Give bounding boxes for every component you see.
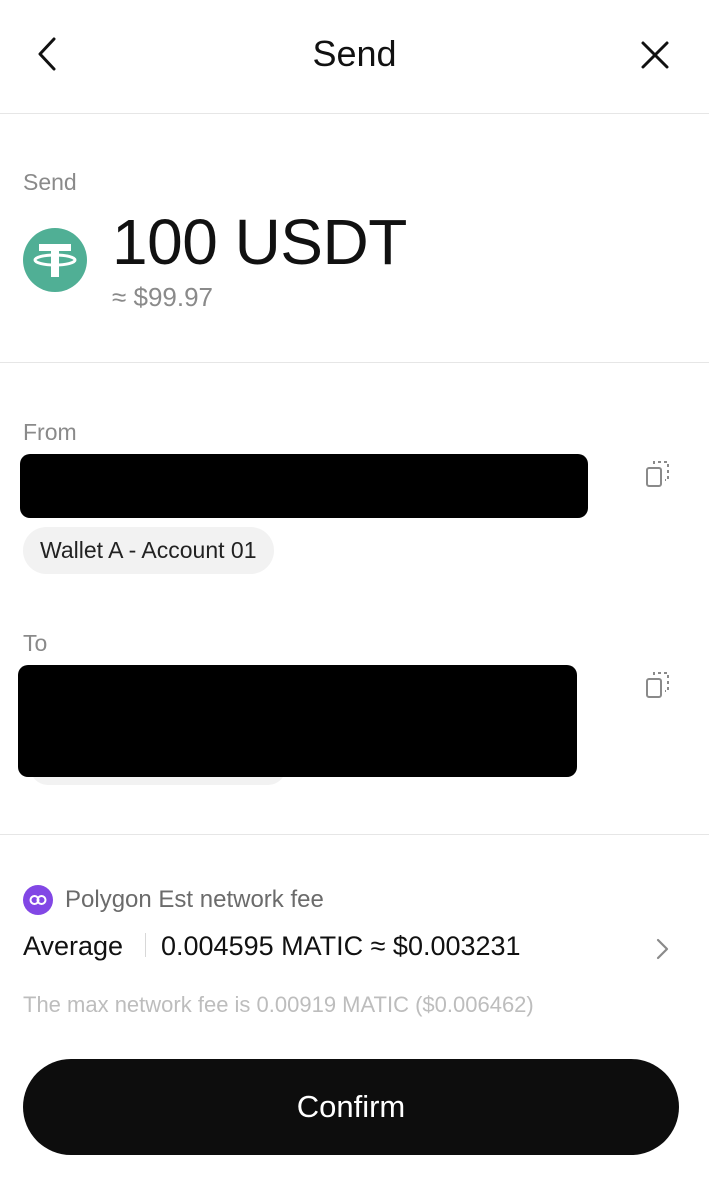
wallet-account-chip: Wallet A - Account 01 (23, 527, 274, 574)
send-amount: 100 USDT (112, 206, 407, 278)
confirm-button[interactable]: Confirm (23, 1059, 679, 1155)
fee-network-label: Polygon Est network fee (65, 886, 324, 913)
fee-value: 0.004595 MATIC ≈ $0.003231 (161, 931, 521, 961)
page-title: Send (312, 33, 397, 74)
amount-section: Send 100 USDT ≈ $99.97 (0, 114, 709, 363)
fee-speed: Average (23, 931, 124, 961)
to-label: To (23, 630, 48, 656)
send-confirmation-screen: Send Send 100 USDT ≈ $99.97 From Wallet … (0, 0, 709, 1186)
send-label: Send (23, 169, 77, 195)
header-bar: Send (0, 0, 709, 114)
polygon-icon (23, 885, 53, 915)
fiat-equivalent: ≈ $99.97 (112, 282, 214, 312)
copy-to-address-button[interactable] (642, 669, 674, 701)
fee-divider (145, 933, 146, 957)
to-address-redacted (18, 665, 577, 777)
network-fee-section: Polygon Est network fee Average 0.004595… (0, 835, 709, 1186)
close-icon (641, 41, 669, 69)
copy-from-address-button[interactable] (642, 458, 674, 490)
from-label: From (23, 419, 77, 445)
close-button[interactable] (636, 36, 674, 74)
tether-icon (23, 228, 87, 292)
address-section: From Wallet A - Account 01 To (0, 363, 709, 835)
max-fee-note: The max network fee is 0.00919 MATIC ($0… (23, 992, 534, 1017)
copy-icon (646, 672, 669, 698)
from-address-redacted (20, 454, 588, 518)
fee-speed-selector[interactable]: Average 0.004595 MATIC ≈ $0.003231 (23, 927, 683, 967)
copy-icon (646, 461, 669, 487)
chevron-right-icon (656, 938, 669, 960)
